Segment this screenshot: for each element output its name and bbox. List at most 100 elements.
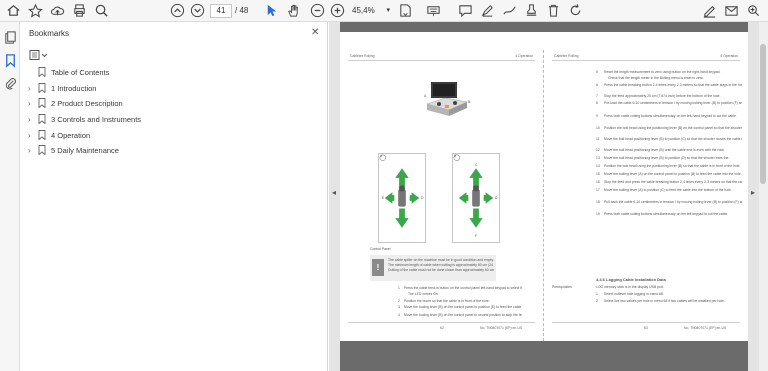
previous-page-edge — [340, 22, 748, 32]
page-gap — [340, 32, 748, 50]
navigation-rail — [0, 22, 20, 371]
mail-icon[interactable] — [724, 3, 739, 18]
page-header-right: 4 Operation — [720, 54, 738, 58]
step-number: 6 — [596, 83, 598, 87]
warning-icon: ! — [372, 259, 384, 276]
step-number: 2 — [398, 299, 400, 303]
note-line: The cable spiller on the machine must be… — [388, 258, 494, 262]
step-text: Move the tooling lever (B) on the contro… — [404, 305, 522, 309]
footer-rule — [348, 322, 535, 323]
toolbar: 41 / 48 45,4% ▾ — [0, 0, 768, 22]
keyboard-icon[interactable] — [426, 3, 441, 18]
chevron-right-icon[interactable]: › — [28, 146, 31, 155]
sign-pen-icon[interactable] — [702, 3, 717, 18]
step-text: Press both cable cutting buttons simulta… — [604, 114, 737, 118]
doc-number: No. TN0807071 (EP) en-US — [480, 326, 523, 330]
comment-icon[interactable] — [458, 3, 473, 18]
page-right: Cablelex Rolling 4 Operation 5 Reset the… — [544, 50, 748, 341]
step-text — [604, 224, 742, 228]
step-number: 10 — [596, 126, 600, 130]
step-number: 7 — [596, 94, 598, 98]
home-icon[interactable] — [6, 3, 21, 18]
document-viewport[interactable]: ◂ ▸ Cablelex Rolling 4 Operation A B A E… — [329, 22, 768, 371]
bookmark-icon[interactable] — [3, 53, 18, 68]
page-up-icon[interactable] — [170, 3, 185, 18]
hand-icon[interactable] — [286, 3, 301, 18]
next-page-edge — [340, 341, 748, 371]
chevron-right-icon[interactable]: › — [28, 115, 31, 124]
delete-icon[interactable] — [546, 3, 561, 18]
page-header-left: Cablelex Rolling — [554, 54, 579, 58]
collapse-right-icon[interactable]: ▸ — [751, 188, 755, 197]
upload-cloud-icon[interactable] — [50, 3, 65, 18]
chevron-right-icon[interactable]: › — [28, 84, 31, 93]
bookmark-item-table-of-contents[interactable]: Table of Contents — [20, 65, 328, 81]
section-title: 4.3.6 Logging Cable Installation Data — [596, 278, 666, 282]
chevron-right-icon[interactable]: › — [28, 99, 31, 108]
zoom-in-icon[interactable] — [330, 3, 345, 18]
bookmark-label: 3 Controls and Instruments — [51, 115, 142, 125]
select-cursor-icon[interactable] — [264, 3, 279, 18]
zoom-level-select[interactable]: 45,4% ▾ — [352, 4, 390, 18]
zoom-tool-icon[interactable] — [746, 3, 761, 18]
control-panel-illustration — [426, 82, 468, 116]
bookmark-item-product-description[interactable]: › 2 Product Description — [20, 96, 328, 112]
figure-caption: Control Panel — [370, 247, 391, 251]
close-icon[interactable]: ✕ — [311, 27, 319, 38]
step-number: 16 — [596, 180, 600, 184]
highlight-pen-icon[interactable] — [480, 3, 495, 18]
bookmark-label: 4 Operation — [51, 130, 91, 140]
stamp-icon[interactable] — [524, 3, 539, 18]
prerequisites-text: LOG memory stick is in the display USB p… — [596, 285, 664, 289]
page-spread: Cablelex Rolling 4 Operation A B A E D B… — [340, 50, 748, 363]
fit-page-icon[interactable] — [398, 3, 413, 18]
scrollbar-thumb[interactable] — [760, 44, 766, 184]
panel-label-b: B — [454, 154, 457, 158]
step-number: 14 — [596, 164, 600, 168]
zoom-out-icon[interactable] — [310, 3, 325, 18]
step-text: Select live two values per hole in menu … — [604, 299, 725, 303]
footer-rule — [552, 322, 740, 323]
zoom-search-icon[interactable] — [94, 3, 109, 18]
page-number-input[interactable]: 41 — [210, 4, 232, 18]
step-text: Move the bolting lever (A) on the contro… — [604, 172, 742, 176]
step-text — [604, 260, 742, 264]
header-rule — [348, 60, 535, 61]
step-text: Move the bolt head positioning lever (B)… — [604, 137, 742, 141]
bookmark-item-controls-and-instruments[interactable]: › 3 Controls and Instruments — [20, 112, 328, 128]
rotate-icon[interactable] — [568, 3, 583, 18]
chevron-right-icon[interactable]: › — [28, 131, 31, 140]
page-down-icon[interactable] — [190, 3, 205, 18]
page-left: Cablelex Rolling 4 Operation A B A E D B… — [340, 50, 544, 341]
page-number: 62 — [440, 326, 444, 330]
page-header-right: 4 Operation — [515, 54, 533, 58]
step-text: Reset the length measurement to zero usi… — [604, 70, 721, 74]
step-text: Press the cable breaking button 2-4 time… — [604, 83, 742, 87]
page-number: 63 — [644, 326, 648, 330]
bookmark-ribbon-icon — [38, 145, 46, 156]
note-line: Cutting of the cable must not be done cl… — [388, 268, 494, 272]
bookmark-item-operation[interactable]: › 4 Operation — [20, 128, 328, 144]
step-number: 18 — [596, 200, 600, 204]
arrow-label-e: E — [382, 196, 385, 200]
options-list-icon — [29, 50, 48, 60]
step-text: Move the tooling lever (B) on the contro… — [404, 313, 522, 317]
step-text: Select cutlevel hole logging in menu 68. — [604, 292, 664, 296]
chevron-down-icon: ▾ — [386, 7, 390, 14]
vertical-scrollbar[interactable] — [759, 22, 768, 371]
bookmark-options-button[interactable] — [29, 48, 51, 60]
step-text: Move the bolt head positioning lever (B)… — [604, 156, 730, 160]
bookmark-item-daily-maintenance[interactable]: › 5 Daily Maintenance — [20, 143, 328, 159]
bookmark-star-icon[interactable] — [28, 3, 43, 18]
bookmarks-panel: Bookmarks ✕ Table of Contents › 1 Introd… — [20, 22, 328, 371]
collapse-left-icon[interactable]: ◂ — [332, 188, 336, 197]
step-number: 17 — [596, 188, 600, 192]
draw-icon[interactable] — [502, 3, 517, 18]
attachment-icon[interactable] — [3, 76, 18, 91]
print-icon[interactable] — [72, 3, 87, 18]
bookmark-ribbon-icon — [38, 67, 46, 77]
figure-label-a: A — [424, 94, 427, 98]
bookmark-item-introduction[interactable]: › 1 Introduction — [20, 81, 328, 97]
lever-diagram-a — [378, 153, 426, 243]
page-thumbnails-icon[interactable] — [3, 30, 18, 45]
